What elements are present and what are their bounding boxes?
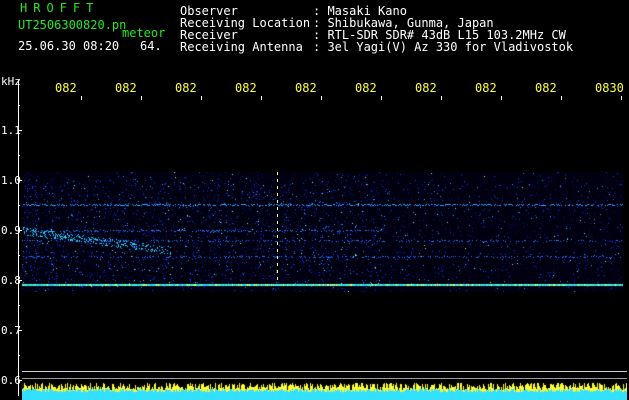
app-title: HROFFT bbox=[20, 1, 100, 15]
filename-label: UT2506300820.pn bbox=[18, 18, 127, 32]
time-tick bbox=[441, 96, 442, 100]
spectrogram bbox=[22, 172, 623, 292]
meteor-echo-marker bbox=[277, 172, 278, 280]
info-label-antenna: Receiving Antenna bbox=[180, 40, 303, 54]
baseline-line bbox=[22, 378, 627, 379]
info-value-antenna: : 3el Yagi(V) Az 330 for Vladivostok bbox=[313, 40, 574, 54]
time-label: 082 bbox=[355, 81, 377, 95]
time-tick bbox=[381, 96, 382, 100]
time-tick bbox=[81, 96, 82, 100]
freq-tick bbox=[18, 130, 22, 131]
count-label: 64. bbox=[140, 39, 162, 53]
time-label: 082 bbox=[535, 81, 557, 95]
time-tick bbox=[501, 96, 502, 100]
time-tick bbox=[321, 96, 322, 100]
freq-minor-tick bbox=[18, 105, 20, 106]
time-label: 0830 bbox=[595, 81, 624, 95]
time-label: 082 bbox=[235, 81, 257, 95]
signal-level-bar bbox=[22, 381, 627, 400]
time-label: 082 bbox=[295, 81, 317, 95]
mode-label: meteor bbox=[122, 26, 166, 40]
freq-tick bbox=[18, 330, 22, 331]
baseline-line bbox=[22, 371, 627, 372]
time-tick bbox=[141, 96, 142, 100]
freq-minor-tick bbox=[18, 255, 20, 256]
time-label: 082 bbox=[115, 81, 137, 95]
freq-minor-tick bbox=[18, 205, 20, 206]
freq-minor-tick bbox=[18, 355, 20, 356]
time-tick bbox=[201, 96, 202, 100]
datetime-label: 25.06.30 08:20 bbox=[18, 39, 120, 53]
time-tick bbox=[561, 96, 562, 100]
time-label: 082 bbox=[175, 81, 197, 95]
time-tick bbox=[261, 96, 262, 100]
time-label: 082 bbox=[415, 81, 437, 95]
time-label: 082 bbox=[55, 81, 77, 95]
freq-minor-tick bbox=[18, 305, 20, 306]
time-label: 082 bbox=[475, 81, 497, 95]
freq-minor-tick bbox=[18, 155, 20, 156]
time-tick bbox=[621, 96, 622, 100]
